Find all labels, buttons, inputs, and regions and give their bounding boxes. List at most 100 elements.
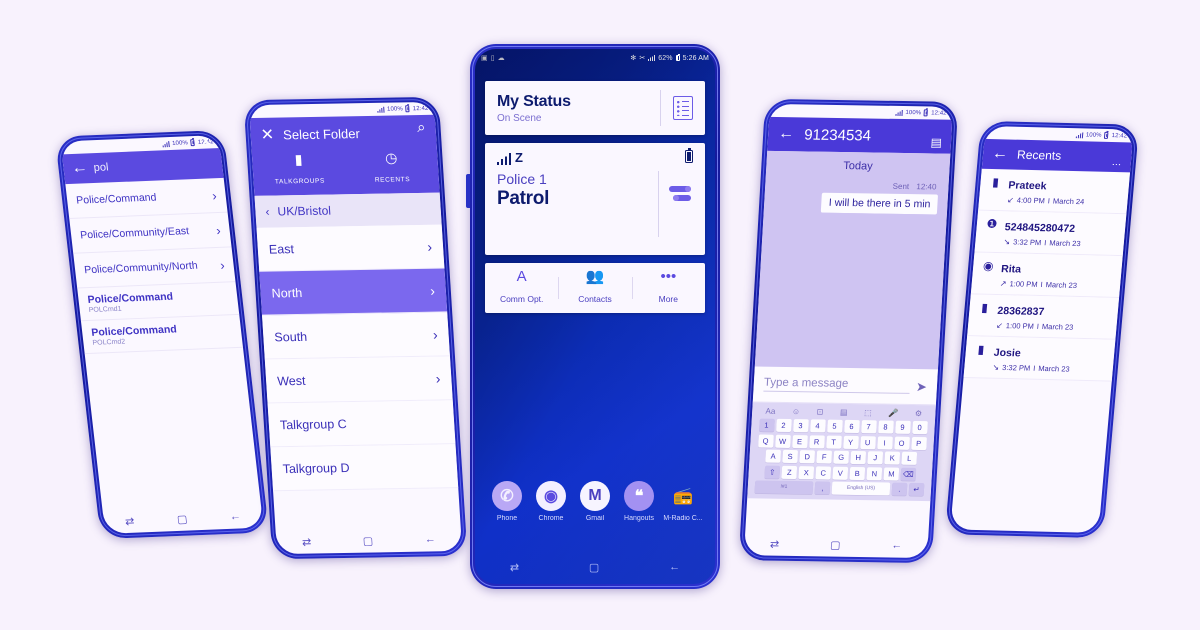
back-icon[interactable]: ← <box>778 125 795 143</box>
home-nav-icon[interactable]: ▢ <box>589 561 599 574</box>
key-a[interactable]: A <box>765 449 782 463</box>
key-k[interactable]: K <box>884 451 901 465</box>
keyboard-tool-icon[interactable]: ☺ <box>792 407 801 416</box>
key-u[interactable]: U <box>859 435 876 449</box>
message-input[interactable]: Type a message <box>763 376 911 394</box>
folder-item[interactable]: West › <box>264 356 453 404</box>
key-e[interactable]: E <box>791 434 808 448</box>
action-comm-opt[interactable]: A Comm Opt. <box>485 269 558 307</box>
key-q[interactable]: Q <box>757 434 774 448</box>
key-4[interactable]: 4 <box>809 419 826 433</box>
key-⌫[interactable]: ⌫ <box>900 467 917 481</box>
overflow-menu-icon[interactable]: ⋮ <box>1111 160 1122 169</box>
action-contacts[interactable]: 👥 Contacts <box>558 269 631 307</box>
tab-talkgroups[interactable]: ▮ TALKGROUPS <box>252 147 348 196</box>
recent-call-row[interactable]: ◉ Rita ↗ 1:00 PM I March 23 <box>970 252 1123 298</box>
close-icon[interactable]: ✕ <box>200 135 213 150</box>
key-englishus[interactable]: English (US) <box>831 481 891 496</box>
key-o[interactable]: O <box>893 436 910 450</box>
key-n[interactable]: N <box>866 466 883 480</box>
key-l[interactable]: L <box>901 451 918 465</box>
key-j[interactable]: J <box>867 451 884 465</box>
tab-recents[interactable]: ◷ RECENTS <box>344 146 440 195</box>
key-s[interactable]: S <box>782 449 799 464</box>
key-z[interactable]: Z <box>781 465 798 479</box>
keyboard-tool-icon[interactable]: ⬚ <box>864 408 872 417</box>
back-nav-icon[interactable]: ← <box>229 511 241 523</box>
home-nav-icon[interactable]: ▢ <box>176 512 188 525</box>
key-g[interactable]: G <box>833 450 850 464</box>
recents-nav-icon[interactable]: ⇄ <box>302 535 312 548</box>
new-message-icon[interactable]: ▤ <box>930 135 942 149</box>
home-nav-icon[interactable]: ▢ <box>830 538 841 551</box>
dock-app-gmail[interactable]: M Gmail <box>574 481 616 522</box>
key-6[interactable]: 6 <box>843 419 860 434</box>
folder-item[interactable]: South › <box>262 312 450 360</box>
key-d[interactable]: D <box>799 450 816 464</box>
key-1[interactable]: 1 <box>758 418 775 432</box>
send-icon[interactable]: ➤ <box>916 379 928 395</box>
back-nav-icon[interactable]: ← <box>424 533 436 545</box>
back-icon[interactable]: ← <box>991 145 1009 163</box>
keyboard-tool-icon[interactable]: 🎤 <box>888 409 898 418</box>
back-nav-icon[interactable]: ← <box>891 540 903 552</box>
key-v[interactable]: V <box>832 466 849 480</box>
recents-nav-icon[interactable]: ⇄ <box>124 514 135 527</box>
folder-item[interactable]: Talkgroup C <box>267 400 456 448</box>
recents-nav-icon[interactable]: ⇄ <box>770 537 780 550</box>
key-5[interactable]: 5 <box>826 419 843 433</box>
sliders-icon[interactable] <box>669 185 693 205</box>
key-b[interactable]: B <box>849 466 866 480</box>
action-more[interactable]: ••• More <box>631 269 705 307</box>
my-status-card[interactable]: My Status On Scene <box>485 81 705 135</box>
close-icon[interactable]: ✕ <box>260 125 275 145</box>
talkgroup-card[interactable]: Z Police 1 Patrol <box>485 143 705 255</box>
key-,[interactable]: , <box>814 481 831 495</box>
folder-item[interactable]: North › <box>259 268 448 316</box>
folder-item[interactable]: Talkgroup D <box>270 444 459 492</box>
key-!#1[interactable]: !#1 <box>754 480 814 495</box>
dock-app-m-radio-c[interactable]: 📻 M-Radio C... <box>662 481 704 522</box>
key-m[interactable]: M <box>883 466 900 481</box>
search-input[interactable]: pol <box>93 162 109 175</box>
back-nav-icon[interactable]: ← <box>669 561 680 573</box>
keyboard-tool-icon[interactable]: ⚙ <box>915 409 923 418</box>
key-i[interactable]: I <box>876 435 893 450</box>
key-w[interactable]: W <box>774 434 791 448</box>
dock-app-chrome[interactable]: ◉ Chrome <box>530 481 572 522</box>
key-9[interactable]: 9 <box>894 420 911 434</box>
recent-call-row[interactable]: ❶ 524845280472 ↘ 3:32 PM I March 23 <box>974 210 1127 257</box>
dock-app-hangouts[interactable]: ❝ Hangouts <box>618 481 660 522</box>
list-checklist-icon[interactable] <box>673 96 693 120</box>
search-icon[interactable]: ⌕ <box>417 119 426 136</box>
message-composer[interactable]: Type a message ➤ <box>752 366 938 406</box>
recent-call-row[interactable]: ▮ Josie ↘ 3:32 PM I March 23 <box>963 336 1116 382</box>
key-3[interactable]: 3 <box>792 419 809 433</box>
key-2[interactable]: 2 <box>775 418 792 433</box>
key-8[interactable]: 8 <box>877 420 894 434</box>
breadcrumb-back-icon[interactable]: ‹ <box>265 205 270 219</box>
key-x[interactable]: X <box>798 465 815 479</box>
keyboard-tool-icon[interactable]: Aa <box>765 407 775 416</box>
back-icon[interactable]: ← <box>71 159 89 178</box>
search-result-row[interactable]: Police/Command POLCmd2 <box>80 314 244 355</box>
keyboard-tool-icon[interactable]: ⊡ <box>816 407 823 416</box>
recent-call-row[interactable]: ▮ Prateek ↙ 4:00 PM I March 24 <box>978 168 1131 215</box>
key-h[interactable]: H <box>850 450 867 465</box>
key-7[interactable]: 7 <box>860 420 877 434</box>
key-⇧[interactable]: ⇧ <box>764 465 781 479</box>
home-nav-icon[interactable]: ▢ <box>362 534 373 547</box>
key-f[interactable]: F <box>816 450 833 464</box>
key-c[interactable]: C <box>815 465 832 480</box>
key-0[interactable]: 0 <box>911 420 928 435</box>
key-r[interactable]: R <box>808 434 825 449</box>
key-t[interactable]: T <box>825 435 842 449</box>
search-bar[interactable]: ← pol ✕ <box>61 135 224 185</box>
breadcrumb[interactable]: ‹ UK/Bristol <box>254 192 442 228</box>
keyboard-tool-icon[interactable]: ▤ <box>840 408 848 417</box>
dock-app-phone[interactable]: ✆ Phone <box>486 481 528 522</box>
recents-nav-icon[interactable]: ⇄ <box>510 561 519 574</box>
key-p[interactable]: P <box>910 436 927 450</box>
key-↵[interactable]: ↵ <box>908 482 925 497</box>
key-.[interactable]: . <box>891 482 908 496</box>
